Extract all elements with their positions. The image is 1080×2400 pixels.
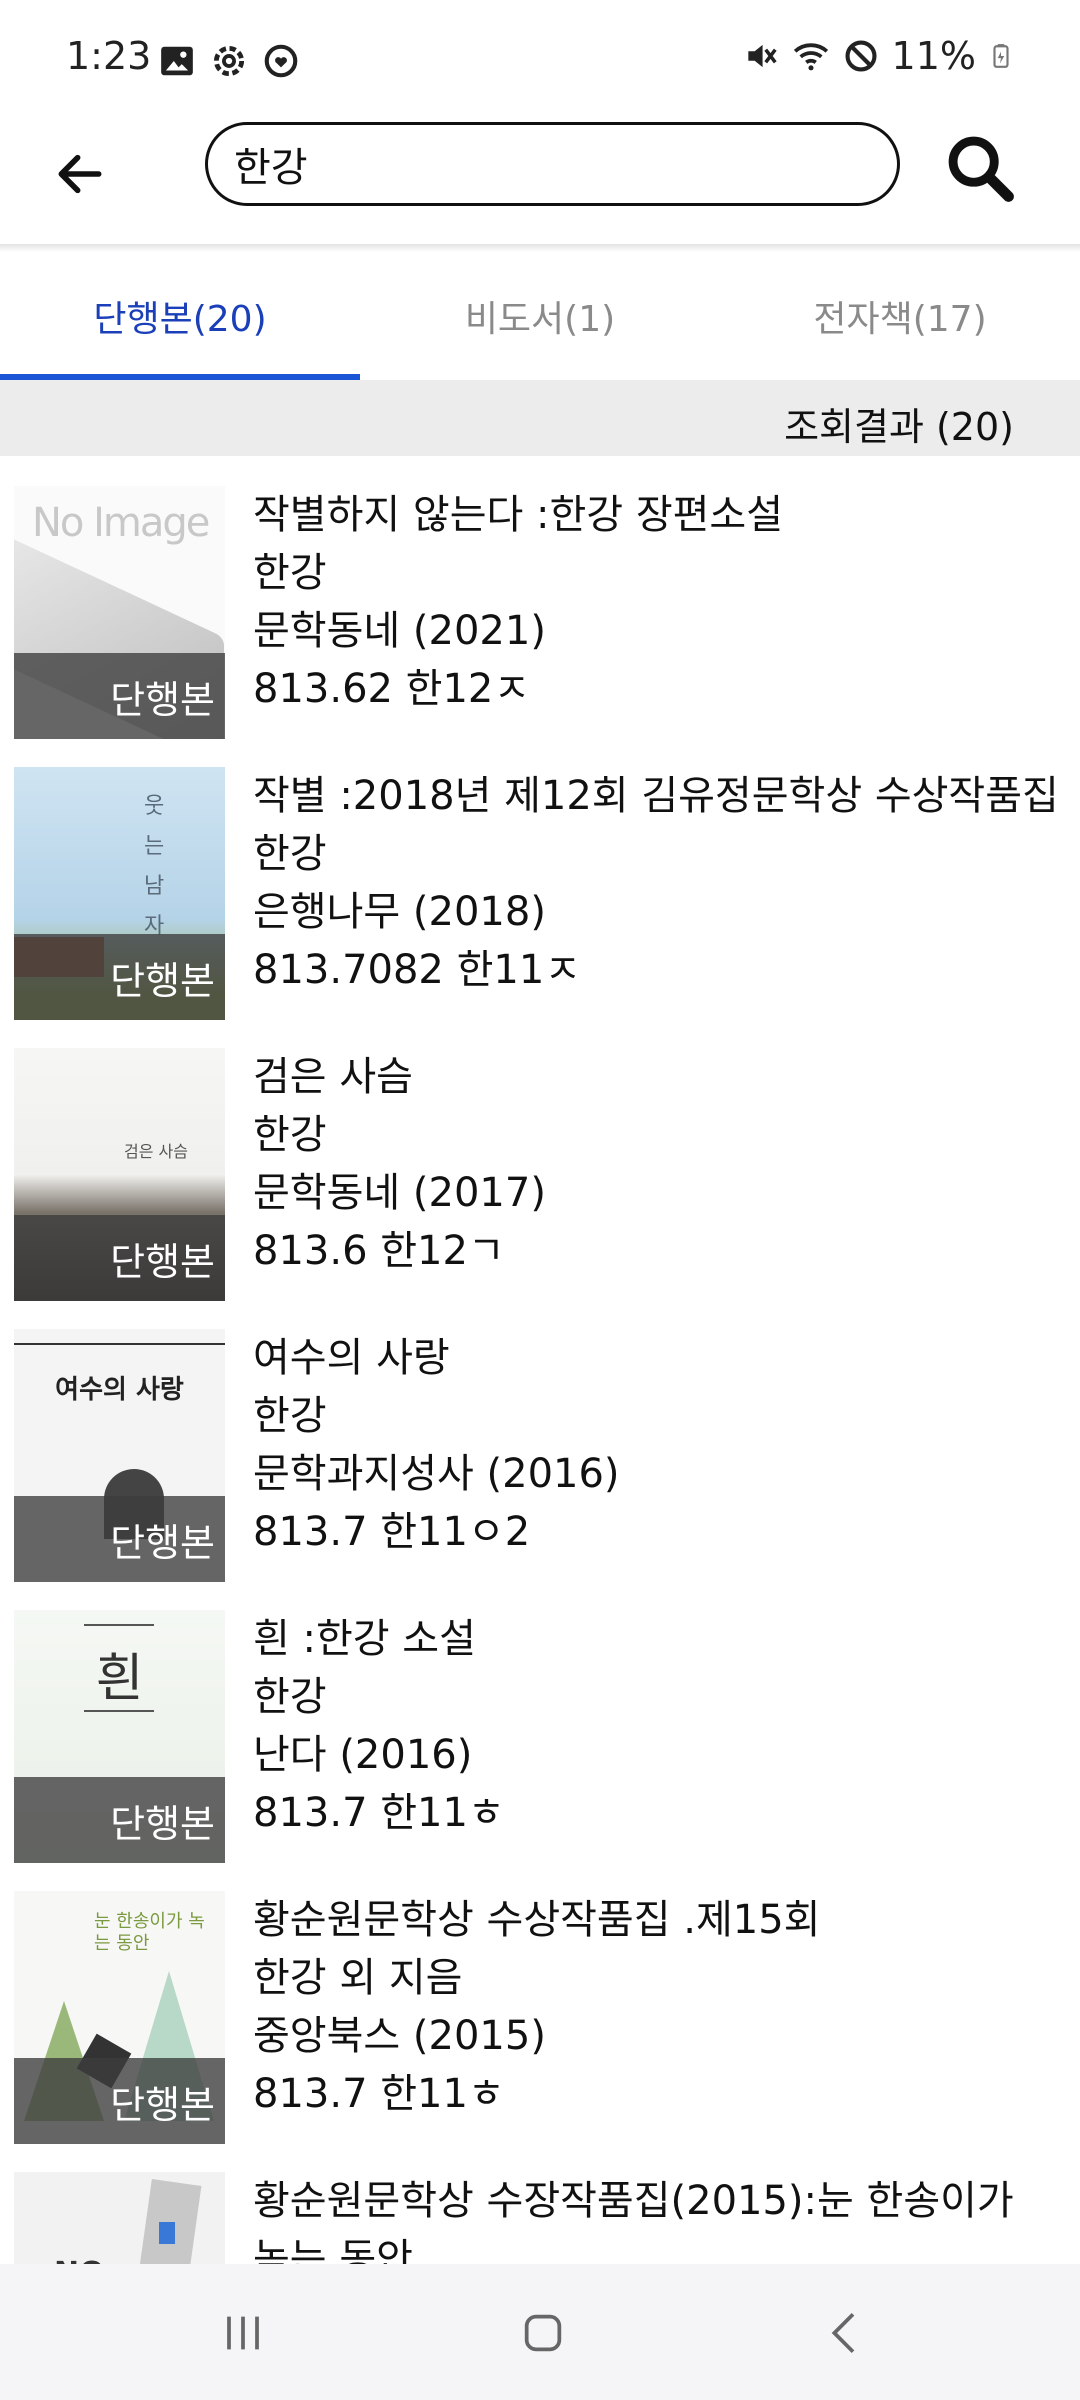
book-publisher: 은행나무 (2018) bbox=[253, 889, 546, 935]
book-info: 황순원문학상 수장작품집(2015):눈 한송이가 녹는 동안 bbox=[253, 2172, 1073, 2264]
list-item[interactable]: 흰 단행본 흰 :한강 소설 한강 난다 (2016) 813.7 한11ㅎ bbox=[0, 1580, 1080, 1863]
gear-icon bbox=[213, 45, 245, 77]
search-button[interactable] bbox=[940, 128, 1020, 208]
search-header bbox=[0, 120, 1080, 244]
book-call-number: 813.7 한11ㅇ2 bbox=[253, 1509, 531, 1555]
search-field[interactable] bbox=[205, 122, 900, 206]
recents-button[interactable] bbox=[183, 2288, 303, 2378]
list-item[interactable]: NO 황순원문학상 수장작품집(2015):눈 한송이가 녹는 동안 bbox=[0, 2142, 1080, 2264]
nav-back-button[interactable] bbox=[786, 2288, 906, 2378]
status-right: 11% bbox=[742, 34, 1014, 78]
book-info: 황순원문학상 수상작품집 .제15회 한강 외 지음 중앙북스 (2015) 8… bbox=[253, 1891, 1073, 2123]
cover-text: 웃는 남자 bbox=[144, 794, 165, 939]
mute-icon bbox=[747, 44, 777, 68]
book-publisher: 문학과지성사 (2016) bbox=[253, 1451, 620, 1497]
wifi-icon bbox=[793, 43, 828, 71]
book-call-number: 813.7 한11ㅎ bbox=[253, 1790, 505, 1836]
book-cover: No Image 단행본 bbox=[14, 486, 225, 739]
cover-text: 여수의 사랑 bbox=[55, 1375, 184, 1405]
book-author: 한강 bbox=[253, 1674, 327, 1720]
cover-text: 검은 사슴 bbox=[124, 1142, 188, 1161]
cover-text: NO bbox=[54, 2256, 105, 2264]
system-nav-bar bbox=[0, 2264, 1080, 2400]
header-divider bbox=[0, 244, 1080, 252]
book-title: 흰 :한강 소설 bbox=[253, 1616, 476, 1662]
book-info: 여수의 사랑 한강 문학과지성사 (2016) 813.7 한11ㅇ2 bbox=[253, 1329, 1073, 1561]
home-icon bbox=[524, 2314, 562, 2352]
list-item[interactable]: No Image 단행본 작별하지 않는다 :한강 장편소설 한강 문학동네 (… bbox=[0, 456, 1080, 739]
book-author: 한강 bbox=[253, 831, 327, 877]
search-input[interactable] bbox=[234, 135, 874, 193]
book-call-number: 813.7082 한11ㅈ bbox=[253, 947, 582, 993]
cover-text: 눈 한송이가 녹는 동안 bbox=[94, 1911, 205, 1954]
book-list[interactable]: No Image 단행본 작별하지 않는다 :한강 장편소설 한강 문학동네 (… bbox=[0, 456, 1080, 2264]
book-cover: NO bbox=[14, 2172, 225, 2264]
image-icon bbox=[161, 46, 193, 76]
book-cover: 웃는 남자 단행본 bbox=[14, 767, 225, 1020]
back-button[interactable] bbox=[44, 138, 116, 210]
list-item[interactable]: 눈 한송이가 녹는 동안 단행본 황순원문학상 수상작품집 .제15회 한강 외… bbox=[0, 1861, 1080, 2144]
tab-non-book[interactable]: 비도서(1) bbox=[360, 252, 720, 380]
book-call-number: 813.6 한12ㄱ bbox=[253, 1228, 505, 1274]
list-item[interactable]: 웃는 남자 단행본 작별 :2018년 제12회 김유정문학상 수상작품집 한강… bbox=[0, 737, 1080, 1020]
battery-icon bbox=[993, 44, 1009, 68]
book-author: 한강 bbox=[253, 1393, 327, 1439]
status-bar: 1:23 11% bbox=[0, 0, 1080, 120]
book-title: 작별하지 않는다 :한강 장편소설 bbox=[253, 492, 784, 538]
book-author: 녹는 동안 bbox=[253, 2236, 413, 2264]
book-info: 작별하지 않는다 :한강 장편소설 한강 문학동네 (2021) 813.62 … bbox=[253, 486, 1073, 718]
tab-monograph[interactable]: 단행본(20) bbox=[0, 252, 360, 380]
status-time: 1:23 bbox=[66, 34, 152, 78]
book-title: 작별 :2018년 제12회 김유정문학상 수상작품집 bbox=[253, 773, 1059, 819]
book-author: 한강 외 지음 bbox=[253, 1955, 463, 2001]
book-info: 검은 사슴 한강 문학동네 (2017) 813.6 한12ㄱ bbox=[253, 1048, 1073, 1280]
book-publisher: 난다 (2016) bbox=[253, 1732, 473, 1778]
cover-text: 흰 bbox=[95, 1649, 144, 1709]
home-button[interactable] bbox=[483, 2288, 603, 2378]
blocked-icon bbox=[845, 40, 877, 72]
list-item[interactable]: 검은 사슴 단행본 검은 사슴 한강 문학동네 (2017) 813.6 한12… bbox=[0, 1018, 1080, 1301]
book-call-number: 813.7 한11ㅎ bbox=[253, 2071, 505, 2117]
nav-back-icon bbox=[831, 2313, 855, 2353]
book-cover: 눈 한송이가 녹는 동안 단행본 bbox=[14, 1891, 225, 2144]
book-publisher: 문학동네 (2021) bbox=[253, 608, 546, 654]
format-badge: 단행본 bbox=[14, 653, 225, 739]
book-title: 황순원문학상 수상작품집 .제15회 bbox=[253, 1897, 821, 1943]
book-author: 한강 bbox=[253, 550, 327, 596]
book-info: 작별 :2018년 제12회 김유정문학상 수상작품집 한강 은행나무 (201… bbox=[253, 767, 1073, 999]
book-cover: 흰 단행본 bbox=[14, 1610, 225, 1863]
tab-bar: 단행본(20) 비도서(1) 전자책(17) bbox=[0, 252, 1080, 380]
back-arrow-icon bbox=[58, 154, 102, 194]
format-badge: 단행본 bbox=[14, 1496, 225, 1582]
book-publisher: 중앙북스 (2015) bbox=[253, 2013, 546, 2059]
result-summary-bar: 조회결과 (20) bbox=[0, 380, 1080, 456]
battery-text: 11% bbox=[891, 34, 976, 78]
format-badge: 단행본 bbox=[14, 2058, 225, 2144]
list-item[interactable]: 여수의 사랑 단행본 여수의 사랑 한강 문학과지성사 (2016) 813.7… bbox=[0, 1299, 1080, 1582]
book-publisher: 문학동네 (2017) bbox=[253, 1170, 546, 1216]
format-badge: 단행본 bbox=[14, 934, 225, 1020]
search-icon bbox=[948, 136, 1014, 202]
format-badge: 단행본 bbox=[14, 1777, 225, 1863]
book-author: 한강 bbox=[253, 1112, 327, 1158]
book-info: 흰 :한강 소설 한강 난다 (2016) 813.7 한11ㅎ bbox=[253, 1610, 1073, 1842]
book-title: 여수의 사랑 bbox=[253, 1335, 450, 1381]
book-title: 황순원문학상 수장작품집(2015):눈 한송이가 bbox=[253, 2178, 1014, 2224]
book-title: 검은 사슴 bbox=[253, 1054, 413, 1100]
format-badge: 단행본 bbox=[14, 1215, 225, 1301]
book-call-number: 813.62 한12ㅈ bbox=[253, 666, 531, 712]
recents-icon bbox=[227, 2316, 259, 2350]
clock-heart-icon bbox=[264, 44, 298, 78]
no-image-text: No Image bbox=[32, 500, 210, 546]
result-count: 조회결과 (20) bbox=[784, 405, 1014, 449]
book-cover: 여수의 사랑 단행본 bbox=[14, 1329, 225, 1582]
status-left-icons bbox=[158, 42, 300, 80]
tab-ebook[interactable]: 전자책(17) bbox=[720, 252, 1080, 380]
book-cover: 검은 사슴 단행본 bbox=[14, 1048, 225, 1301]
